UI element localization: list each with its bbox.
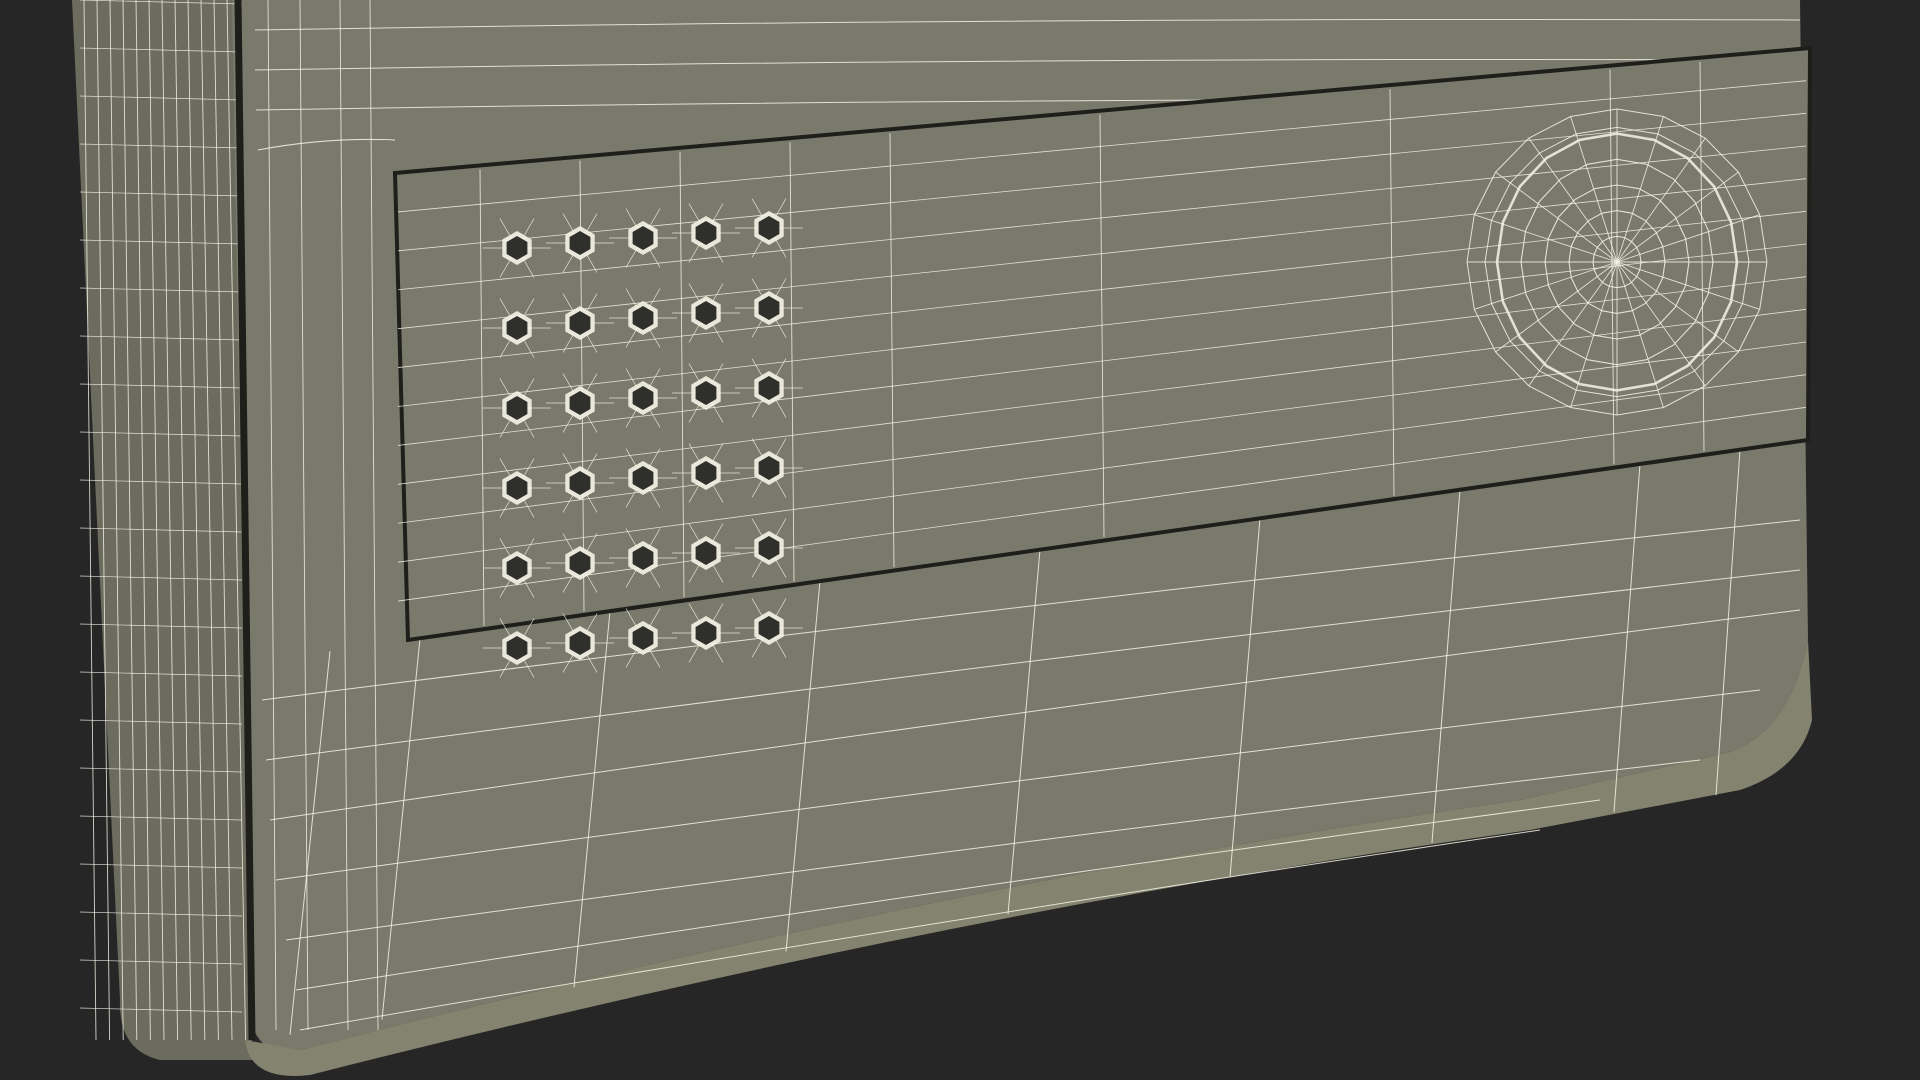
round-button (1466, 108, 1768, 416)
wireframe-scene (0, 0, 1920, 1080)
render-viewport (0, 0, 1920, 1080)
